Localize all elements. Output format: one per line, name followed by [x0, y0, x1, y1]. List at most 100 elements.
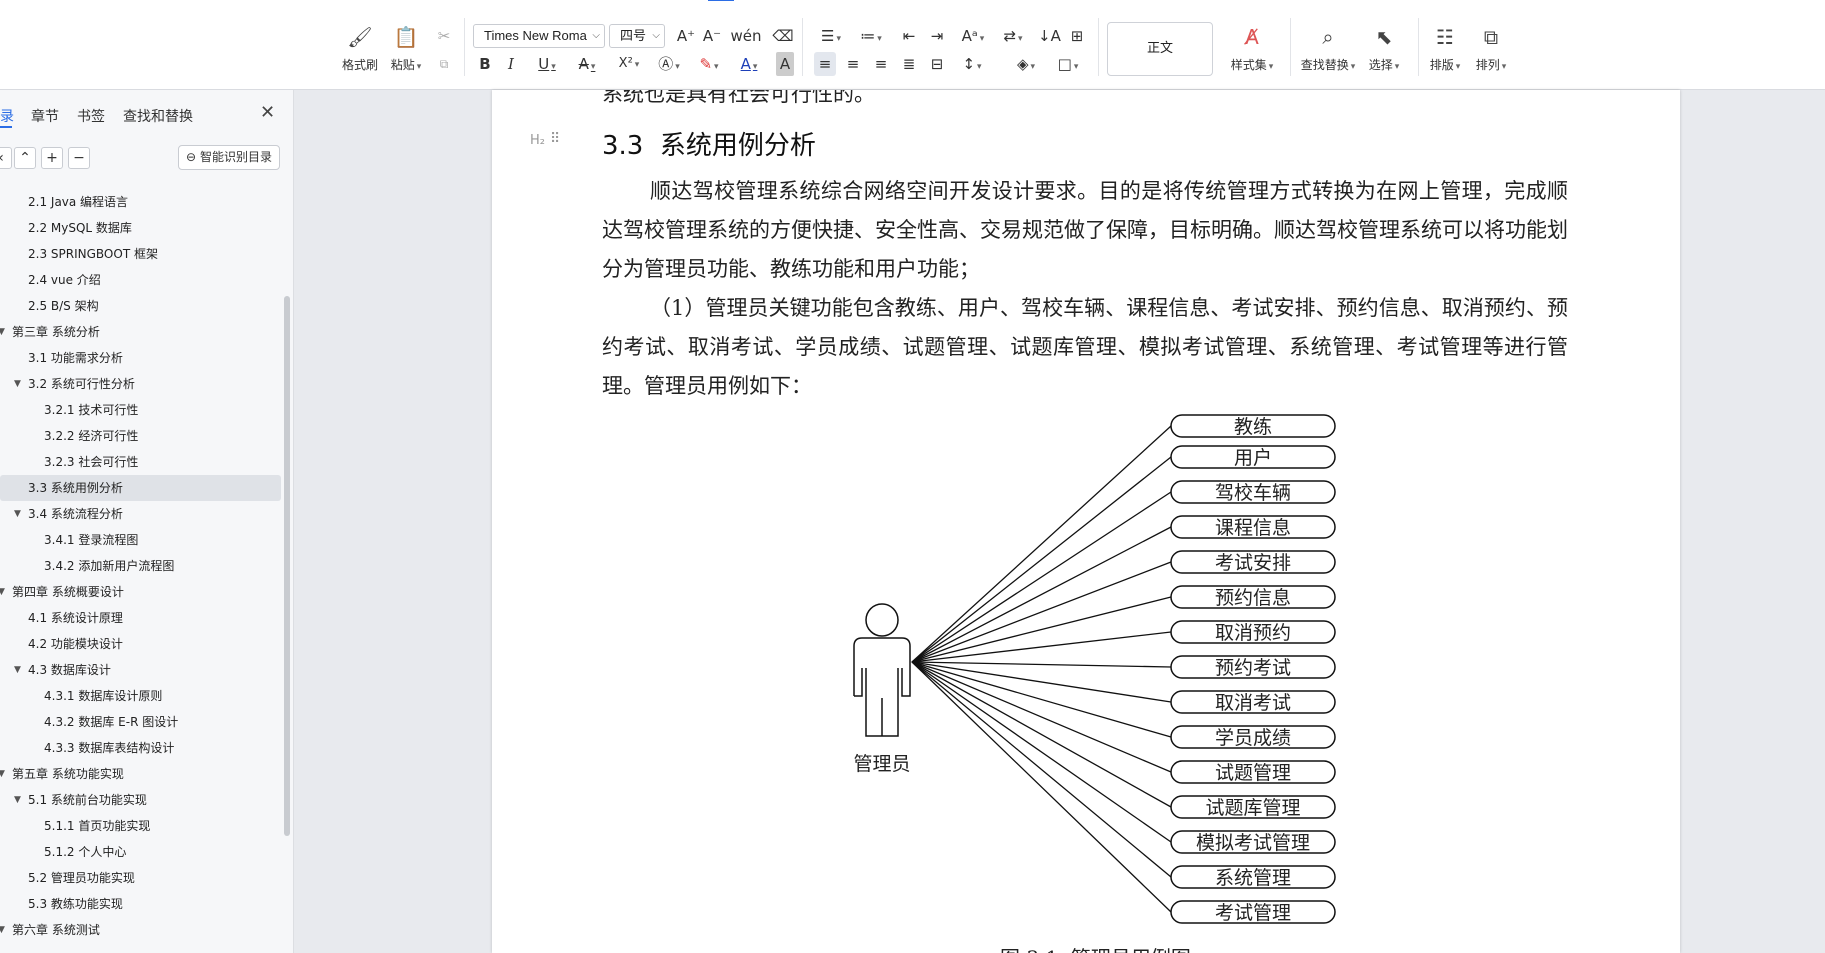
- toc-item[interactable]: ▼ 第六章 系统测试: [0, 917, 282, 943]
- border-icon[interactable]: □: [1052, 52, 1084, 76]
- phonetic-guide-icon[interactable]: wén: [730, 24, 762, 48]
- toc-item-label: 2.2 MySQL 数据库: [28, 221, 132, 235]
- numbered-list-icon[interactable]: ≔: [856, 24, 886, 48]
- toc-item[interactable]: 2.1 Java 编程语言: [0, 189, 282, 215]
- nav-tab-bookmarks[interactable]: 书签: [77, 106, 105, 126]
- find-replace-button[interactable]: ⌕ 查找替换: [1298, 24, 1358, 76]
- justify-icon[interactable]: ≣: [898, 52, 920, 76]
- toc-item[interactable]: ▼ 第三章 系统分析: [0, 319, 282, 345]
- paste-button[interactable]: 📋 粘贴: [378, 24, 434, 76]
- bold-button[interactable]: B: [476, 52, 494, 76]
- styles-set-button[interactable]: A̸ 样式集: [1222, 24, 1282, 76]
- italic-button[interactable]: I: [502, 52, 520, 76]
- association-line: [911, 661, 1172, 668]
- text-direction-icon[interactable]: Aᵃ: [958, 24, 988, 48]
- toc-item[interactable]: 3.1 功能需求分析: [0, 345, 282, 371]
- association-line: [911, 661, 1172, 878]
- sort-swap-icon[interactable]: ⇄: [998, 24, 1028, 48]
- nav-tab-find-replace[interactable]: 查找和替换: [123, 106, 193, 126]
- toc-item[interactable]: 5.1.1 首页功能实现: [0, 813, 282, 839]
- document-page[interactable]: 系统也是具有社会可行性的。 H₂ ⠿ 3.3 系统用例分析 顺达驾校管理系统综合…: [492, 90, 1680, 953]
- toc-item[interactable]: ▼ 3.2 系统可行性分析: [0, 371, 282, 397]
- toc-item[interactable]: ▼ 第五章 系统功能实现: [0, 761, 282, 787]
- toc-item[interactable]: 3.2.1 技术可行性: [0, 397, 282, 423]
- font-color-button[interactable]: A: [734, 52, 764, 76]
- toc-item[interactable]: 5.3 教练功能实现: [0, 891, 282, 917]
- font-name-select[interactable]: Times New Roma ⌵: [473, 24, 605, 48]
- toc-item[interactable]: ▼ 3.4 系统流程分析: [0, 501, 282, 527]
- sort-icon[interactable]: ↓A: [1038, 24, 1061, 48]
- strikethrough-button[interactable]: A: [572, 52, 602, 76]
- grow-font-icon[interactable]: A⁺: [675, 24, 697, 48]
- toc-item[interactable]: 4.1 系统设计原理: [0, 605, 282, 631]
- style-gallery-normal[interactable]: 正文: [1107, 22, 1213, 76]
- clear-format-icon[interactable]: ⌫: [772, 24, 794, 48]
- table-grid-icon[interactable]: ⊞: [1066, 24, 1088, 48]
- text-effect-icon[interactable]: Ⓐ: [654, 52, 684, 76]
- expand-triangle-icon[interactable]: ▼: [0, 579, 5, 605]
- remove-heading-button[interactable]: −: [68, 147, 90, 169]
- align-right-icon[interactable]: ≡: [870, 52, 892, 76]
- toc-item-label: 3.4 系统流程分析: [28, 507, 123, 521]
- distribute-icon[interactable]: ⊟: [926, 52, 948, 76]
- add-heading-button[interactable]: +: [41, 147, 63, 169]
- collapse-level-button[interactable]: ‹: [0, 147, 12, 169]
- toc-item[interactable]: 2.2 MySQL 数据库: [0, 215, 282, 241]
- toc-item[interactable]: 3.4.1 登录流程图: [0, 527, 282, 553]
- nav-scrollbar[interactable]: [284, 296, 290, 836]
- char-shading-button[interactable]: A: [776, 52, 794, 76]
- toc-item[interactable]: 2.3 SPRINGBOOT 框架: [0, 241, 282, 267]
- shrink-font-icon[interactable]: A⁻: [701, 24, 723, 48]
- toc-item[interactable]: 3.2.3 社会可行性: [0, 449, 282, 475]
- toc-item-label: 4.3 数据库设计: [28, 663, 111, 677]
- underline-button[interactable]: U: [532, 52, 562, 76]
- toc-item[interactable]: 3.4.2 添加新用户流程图: [0, 553, 282, 579]
- toc-item[interactable]: 4.3.2 数据库 E-R 图设计: [0, 709, 282, 735]
- nav-tab-toc[interactable]: 录: [0, 106, 14, 126]
- toc-item[interactable]: 2.4 vue 介绍: [0, 267, 282, 293]
- decrease-indent-icon[interactable]: ⇤: [898, 24, 920, 48]
- line-spacing-icon[interactable]: ↕: [956, 52, 988, 76]
- expand-triangle-icon[interactable]: ▼: [0, 761, 5, 787]
- smart-toc-button[interactable]: ⊖ 智能识别目录: [178, 145, 280, 170]
- toc-item[interactable]: ▼ 4.3 数据库设计: [0, 657, 282, 683]
- highlight-icon[interactable]: ✎: [694, 52, 724, 76]
- text-layout-button[interactable]: ☷ 排版: [1420, 24, 1470, 76]
- toc-item[interactable]: 4.3.3 数据库表结构设计: [0, 735, 282, 761]
- copy-icon[interactable]: ⧉: [432, 52, 456, 76]
- increase-indent-icon[interactable]: ⇥: [926, 24, 948, 48]
- expand-triangle-icon[interactable]: ▼: [14, 657, 21, 683]
- toc-item[interactable]: 4.3.1 数据库设计原则: [0, 683, 282, 709]
- toc-item[interactable]: 4.2 功能模块设计: [0, 631, 282, 657]
- close-icon[interactable]: ✕: [260, 102, 275, 123]
- toc-item[interactable]: 2.5 B/S 架构: [0, 293, 282, 319]
- toc-item[interactable]: 3.2.2 经济可行性: [0, 423, 282, 449]
- expand-triangle-icon[interactable]: ▼: [14, 501, 21, 527]
- nav-tab-chapters[interactable]: 章节: [31, 106, 59, 126]
- arrange-button[interactable]: ⧉ 排列: [1466, 24, 1516, 76]
- toc-item[interactable]: ▼ 第四章 系统概要设计: [0, 579, 282, 605]
- actor-head: [865, 603, 899, 637]
- align-center-icon[interactable]: ≡: [842, 52, 864, 76]
- toc-item[interactable]: ▼ 5.1 系统前台功能实现: [0, 787, 282, 813]
- toc-item[interactable]: 5.1.2 个人中心: [0, 839, 282, 865]
- align-left-icon[interactable]: ≡: [814, 52, 836, 76]
- font-size-select[interactable]: 四号 ⌵: [609, 24, 665, 48]
- use-case-label: 模拟考试管理: [1196, 832, 1310, 854]
- expand-triangle-icon[interactable]: ▼: [0, 319, 5, 345]
- cut-icon[interactable]: ✂: [432, 24, 456, 48]
- toc-item-label: 3.2 系统可行性分析: [28, 377, 135, 391]
- expand-triangle-icon[interactable]: ▼: [14, 787, 21, 813]
- toc-item[interactable]: 3.3 系统用例分析: [0, 475, 281, 501]
- superscript-button[interactable]: X²: [612, 52, 646, 76]
- select-button[interactable]: ⬉ 选择: [1356, 24, 1412, 76]
- actor-body: [853, 637, 911, 737]
- toc-item[interactable]: 5.2 管理员功能实现: [0, 865, 282, 891]
- move-up-button[interactable]: ⌃: [14, 147, 36, 169]
- expand-triangle-icon[interactable]: ▼: [0, 917, 5, 943]
- use-case-label: 试题库管理: [1205, 797, 1300, 819]
- fill-color-icon[interactable]: ◈: [1010, 52, 1042, 76]
- expand-triangle-icon[interactable]: ▼: [14, 371, 21, 397]
- bullet-list-icon[interactable]: ☰: [816, 24, 846, 48]
- text-layout-icon: ☷: [1436, 25, 1454, 49]
